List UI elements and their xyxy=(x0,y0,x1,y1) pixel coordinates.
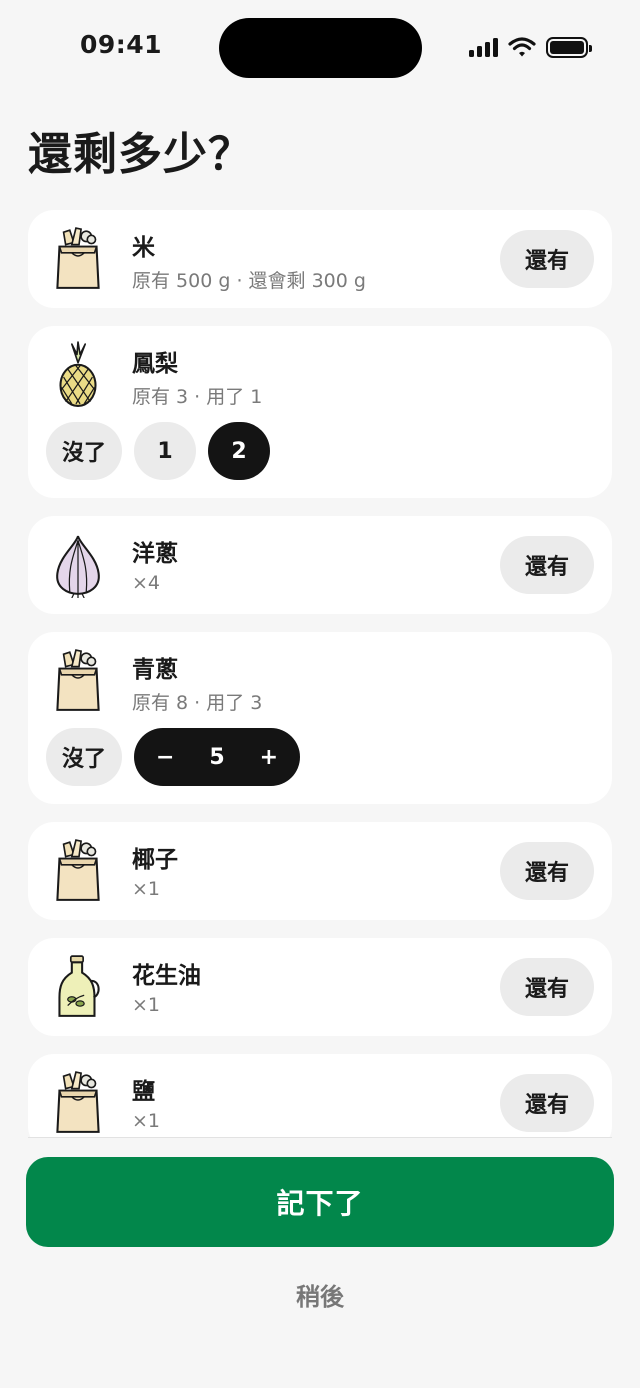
pineapple-icon xyxy=(59,341,97,407)
oil-bottle-icon xyxy=(58,955,100,1017)
item-detail: ×4 xyxy=(132,572,161,594)
list-item: 花生油 ×1 還有 xyxy=(28,938,612,1036)
page-title: 還剩多少？ xyxy=(28,129,253,180)
none-left-button[interactable]: 沒了 xyxy=(46,728,123,786)
item-detail: 原有 8 · 用了 3 xyxy=(132,692,263,714)
decrement-button[interactable]: − xyxy=(156,745,174,770)
still-have-button[interactable]: 還有 xyxy=(500,842,594,900)
item-list[interactable]: 米 原有 500 g · 還會剩 300 g 還有 鳳梨 原有 3 · 用了 1… xyxy=(0,204,640,1138)
still-have-button[interactable]: 還有 xyxy=(500,958,594,1016)
item-name: 青蔥 xyxy=(132,657,178,683)
item-detail: ×1 xyxy=(132,878,161,900)
divider xyxy=(28,1137,612,1138)
still-have-button[interactable]: 還有 xyxy=(500,536,594,594)
still-have-button[interactable]: 還有 xyxy=(500,1074,594,1132)
done-button[interactable]: 記下了 xyxy=(26,1157,614,1247)
later-button[interactable]: 稍後 xyxy=(220,1270,420,1318)
quantity-options: 沒了 1 2 xyxy=(46,422,271,480)
screen: 09:41 還剩多少？ 米 原有 500 g · 還會剩 300 g 還有 鳳梨… xyxy=(0,0,640,1388)
list-item: 青蔥 原有 8 · 用了 3 沒了 − 5 + xyxy=(28,632,612,804)
wifi-icon xyxy=(508,37,536,57)
grocery-bag-icon xyxy=(56,1071,100,1133)
item-detail: ×1 xyxy=(132,994,161,1016)
option-1-button[interactable]: 1 xyxy=(134,422,197,480)
status-bar: 09:41 xyxy=(0,0,640,96)
increment-button[interactable]: + xyxy=(260,745,278,770)
option-2-button[interactable]: 2 xyxy=(208,422,271,480)
item-detail: 原有 3 · 用了 1 xyxy=(132,386,263,408)
status-icons xyxy=(469,34,592,60)
onion-icon xyxy=(56,535,100,598)
item-name: 洋蔥 xyxy=(132,541,178,567)
item-name: 鹽 xyxy=(132,1079,155,1105)
list-item: 洋蔥 ×4 還有 xyxy=(28,516,612,614)
cellular-signal-icon xyxy=(469,37,498,57)
battery-icon xyxy=(546,36,592,58)
quantity-stepper: − 5 + xyxy=(134,728,301,786)
dynamic-island xyxy=(219,18,422,78)
none-left-button[interactable]: 沒了 xyxy=(46,422,123,480)
list-item: 米 原有 500 g · 還會剩 300 g 還有 xyxy=(28,210,612,308)
quantity-controls: 沒了 − 5 + xyxy=(46,728,301,786)
list-item: 椰子 ×1 還有 xyxy=(28,822,612,920)
list-item: 鳳梨 原有 3 · 用了 1 沒了 1 2 xyxy=(28,326,612,498)
status-time: 09:41 xyxy=(80,30,163,59)
item-detail: ×1 xyxy=(132,1110,161,1132)
still-have-button[interactable]: 還有 xyxy=(500,230,594,288)
grocery-bag-icon xyxy=(56,227,100,289)
item-name: 椰子 xyxy=(132,847,178,873)
item-name: 鳳梨 xyxy=(132,351,178,377)
item-detail: 原有 500 g · 還會剩 300 g xyxy=(132,270,366,292)
stepper-value: 5 xyxy=(209,744,225,770)
list-item: 鹽 ×1 還有 xyxy=(28,1054,612,1138)
grocery-bag-icon xyxy=(56,649,100,711)
item-name: 花生油 xyxy=(132,963,201,989)
grocery-bag-icon xyxy=(56,839,100,901)
item-name: 米 xyxy=(132,235,155,261)
